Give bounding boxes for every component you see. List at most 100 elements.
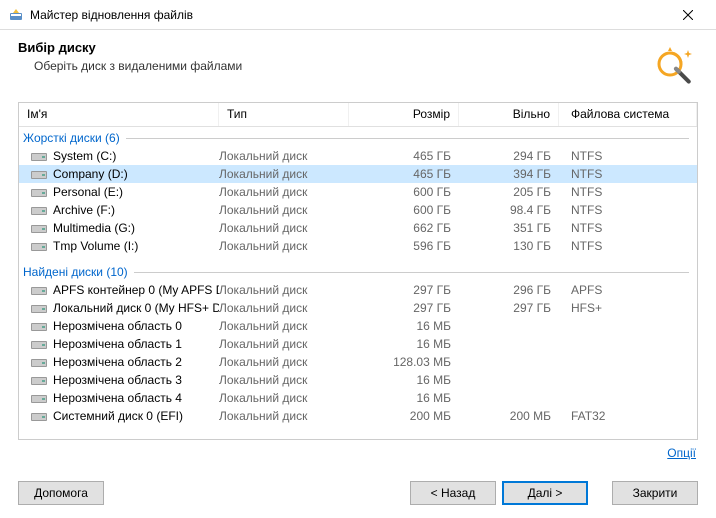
disk-icon [31,302,47,314]
group-header: Жорсткі диски (6) [19,127,697,147]
disk-free: 297 ГБ [459,301,559,315]
col-header-name[interactable]: Ім'я [19,103,219,126]
disk-row[interactable]: Локальний диск 0 (My HFS+ Disk)Локальний… [19,299,697,317]
disk-icon [31,284,47,296]
cancel-button[interactable]: Закрити [612,481,698,505]
disk-size: 465 ГБ [349,149,459,163]
disk-name: Системний диск 0 (EFI) [53,409,183,423]
disk-row[interactable]: System (C:) Локальний диск465 ГБ294 ГБNTF… [19,147,697,165]
disk-type: Локальний диск [219,283,349,297]
disk-type: Локальний диск [219,391,349,405]
disk-free: 205 ГБ [459,185,559,199]
group-label: Жорсткі диски (6) [23,131,120,145]
disk-icon [31,320,47,332]
disk-name: System (C:) [53,149,116,163]
disk-row[interactable]: Archive (F:) Локальний диск600 ГБ98.4 ГБN… [19,201,697,219]
disk-size: 465 ГБ [349,167,459,181]
disk-free: 296 ГБ [459,283,559,297]
disk-fs: HFS+ [559,301,697,315]
disk-name: Нерозмічена область 4 [53,391,182,405]
page-title: Вибір диску [18,40,650,55]
disk-name: Archive (F:) [53,203,115,217]
disk-size: 16 МБ [349,337,459,351]
disk-type: Локальний диск [219,185,349,199]
page-subtitle: Оберіть диск з видаленими файлами [18,59,650,73]
disk-type: Локальний диск [219,319,349,333]
disk-row[interactable]: Нерозмічена область 4 Локальний диск16 МБ [19,389,697,407]
wizard-icon [650,40,698,88]
disk-size: 16 МБ [349,319,459,333]
disk-size: 600 ГБ [349,185,459,199]
disk-free: 98.4 ГБ [459,203,559,217]
disk-row[interactable]: Company (D:)Локальний диск465 ГБ394 ГБNT… [19,165,697,183]
disk-name: Нерозмічена область 2 [53,355,182,369]
window-title: Майстер відновлення файлів [30,8,668,22]
col-header-free[interactable]: Вільно [459,103,559,126]
disk-type: Локальний диск [219,301,349,315]
disk-icon [31,356,47,368]
disk-fs: APFS [559,283,697,297]
disk-name: Tmp Volume (I:) [53,239,138,253]
disk-list[interactable]: Жорсткі диски (6) System (C:) Локальний ди… [19,127,697,439]
disk-type: Локальний диск [219,203,349,217]
disk-icon [31,374,47,386]
disk-row[interactable]: Multimedia (G:)Локальний диск662 ГБ351 Г… [19,219,697,237]
disk-fs: NTFS [559,239,697,253]
disk-type: Локальний диск [219,149,349,163]
disk-size: 662 ГБ [349,221,459,235]
disk-size: 596 ГБ [349,239,459,253]
disk-name: Нерозмічена область 0 [53,319,182,333]
disk-row[interactable]: Tmp Volume (I:)Локальний диск596 ГБ130 Г… [19,237,697,255]
disk-size: 128.03 МБ [349,355,459,369]
disk-free: 200 МБ [459,409,559,423]
titlebar: Майстер відновлення файлів [0,0,716,30]
disk-fs: NTFS [559,203,697,217]
options-row: Опції [0,440,716,460]
disk-row[interactable]: APFS контейнер 0 (My APFS Disk)Локальний… [19,281,697,299]
disk-size: 297 ГБ [349,301,459,315]
disk-size: 200 МБ [349,409,459,423]
disk-name: APFS контейнер 0 (My APFS Disk) [53,283,219,297]
disk-icon [31,150,47,162]
disk-icon [31,410,47,422]
disk-row[interactable]: Нерозмічена область 3Локальний диск16 МБ [19,371,697,389]
disk-icon [31,240,47,252]
col-header-size[interactable]: Розмір [349,103,459,126]
col-header-type[interactable]: Тип [219,103,349,126]
disk-type: Локальний диск [219,167,349,181]
disk-size: 600 ГБ [349,203,459,217]
disk-fs: NTFS [559,167,697,181]
footer: Допомога < Назад Далі > Закрити [0,468,716,518]
disk-icon [31,338,47,350]
disk-row[interactable]: Нерозмічена область 2 Локальний диск128.0… [19,353,697,371]
disk-type: Локальний диск [219,355,349,369]
disk-icon [31,168,47,180]
disk-fs: NTFS [559,185,697,199]
group-label: Найдені диски (10) [23,265,128,279]
disk-icon [31,392,47,404]
app-icon [8,7,24,23]
disk-free: 351 ГБ [459,221,559,235]
next-button[interactable]: Далі > [502,481,588,505]
close-button[interactable] [668,1,708,29]
disk-fs: FAT32 [559,409,697,423]
disk-type: Локальний диск [219,409,349,423]
disk-size: 297 ГБ [349,283,459,297]
disk-name: Multimedia (G:) [53,221,135,235]
disk-row[interactable]: Нерозмічена область 0 Локальний диск16 МБ [19,317,697,335]
options-link[interactable]: Опції [667,446,696,460]
disk-row[interactable]: Нерозмічена область 1Локальний диск16 МБ [19,335,697,353]
back-button[interactable]: < Назад [410,481,496,505]
col-header-fs[interactable]: Файлова система [559,103,697,126]
disk-row[interactable]: Системний диск 0 (EFI)Локальний диск200 … [19,407,697,425]
disk-row[interactable]: Personal (E:) Локальний диск600 ГБ205 ГБN… [19,183,697,201]
group-header: Найдені диски (10) [19,261,697,281]
disk-type: Локальний диск [219,239,349,253]
disk-size: 16 МБ [349,391,459,405]
disk-list-panel: Ім'я Тип Розмір Вільно Файлова система Ж… [18,102,698,440]
help-button[interactable]: Допомога [18,481,104,505]
disk-name: Personal (E:) [53,185,123,199]
disk-free: 294 ГБ [459,149,559,163]
disk-name: Company (D:) [53,167,128,181]
disk-fs: NTFS [559,149,697,163]
